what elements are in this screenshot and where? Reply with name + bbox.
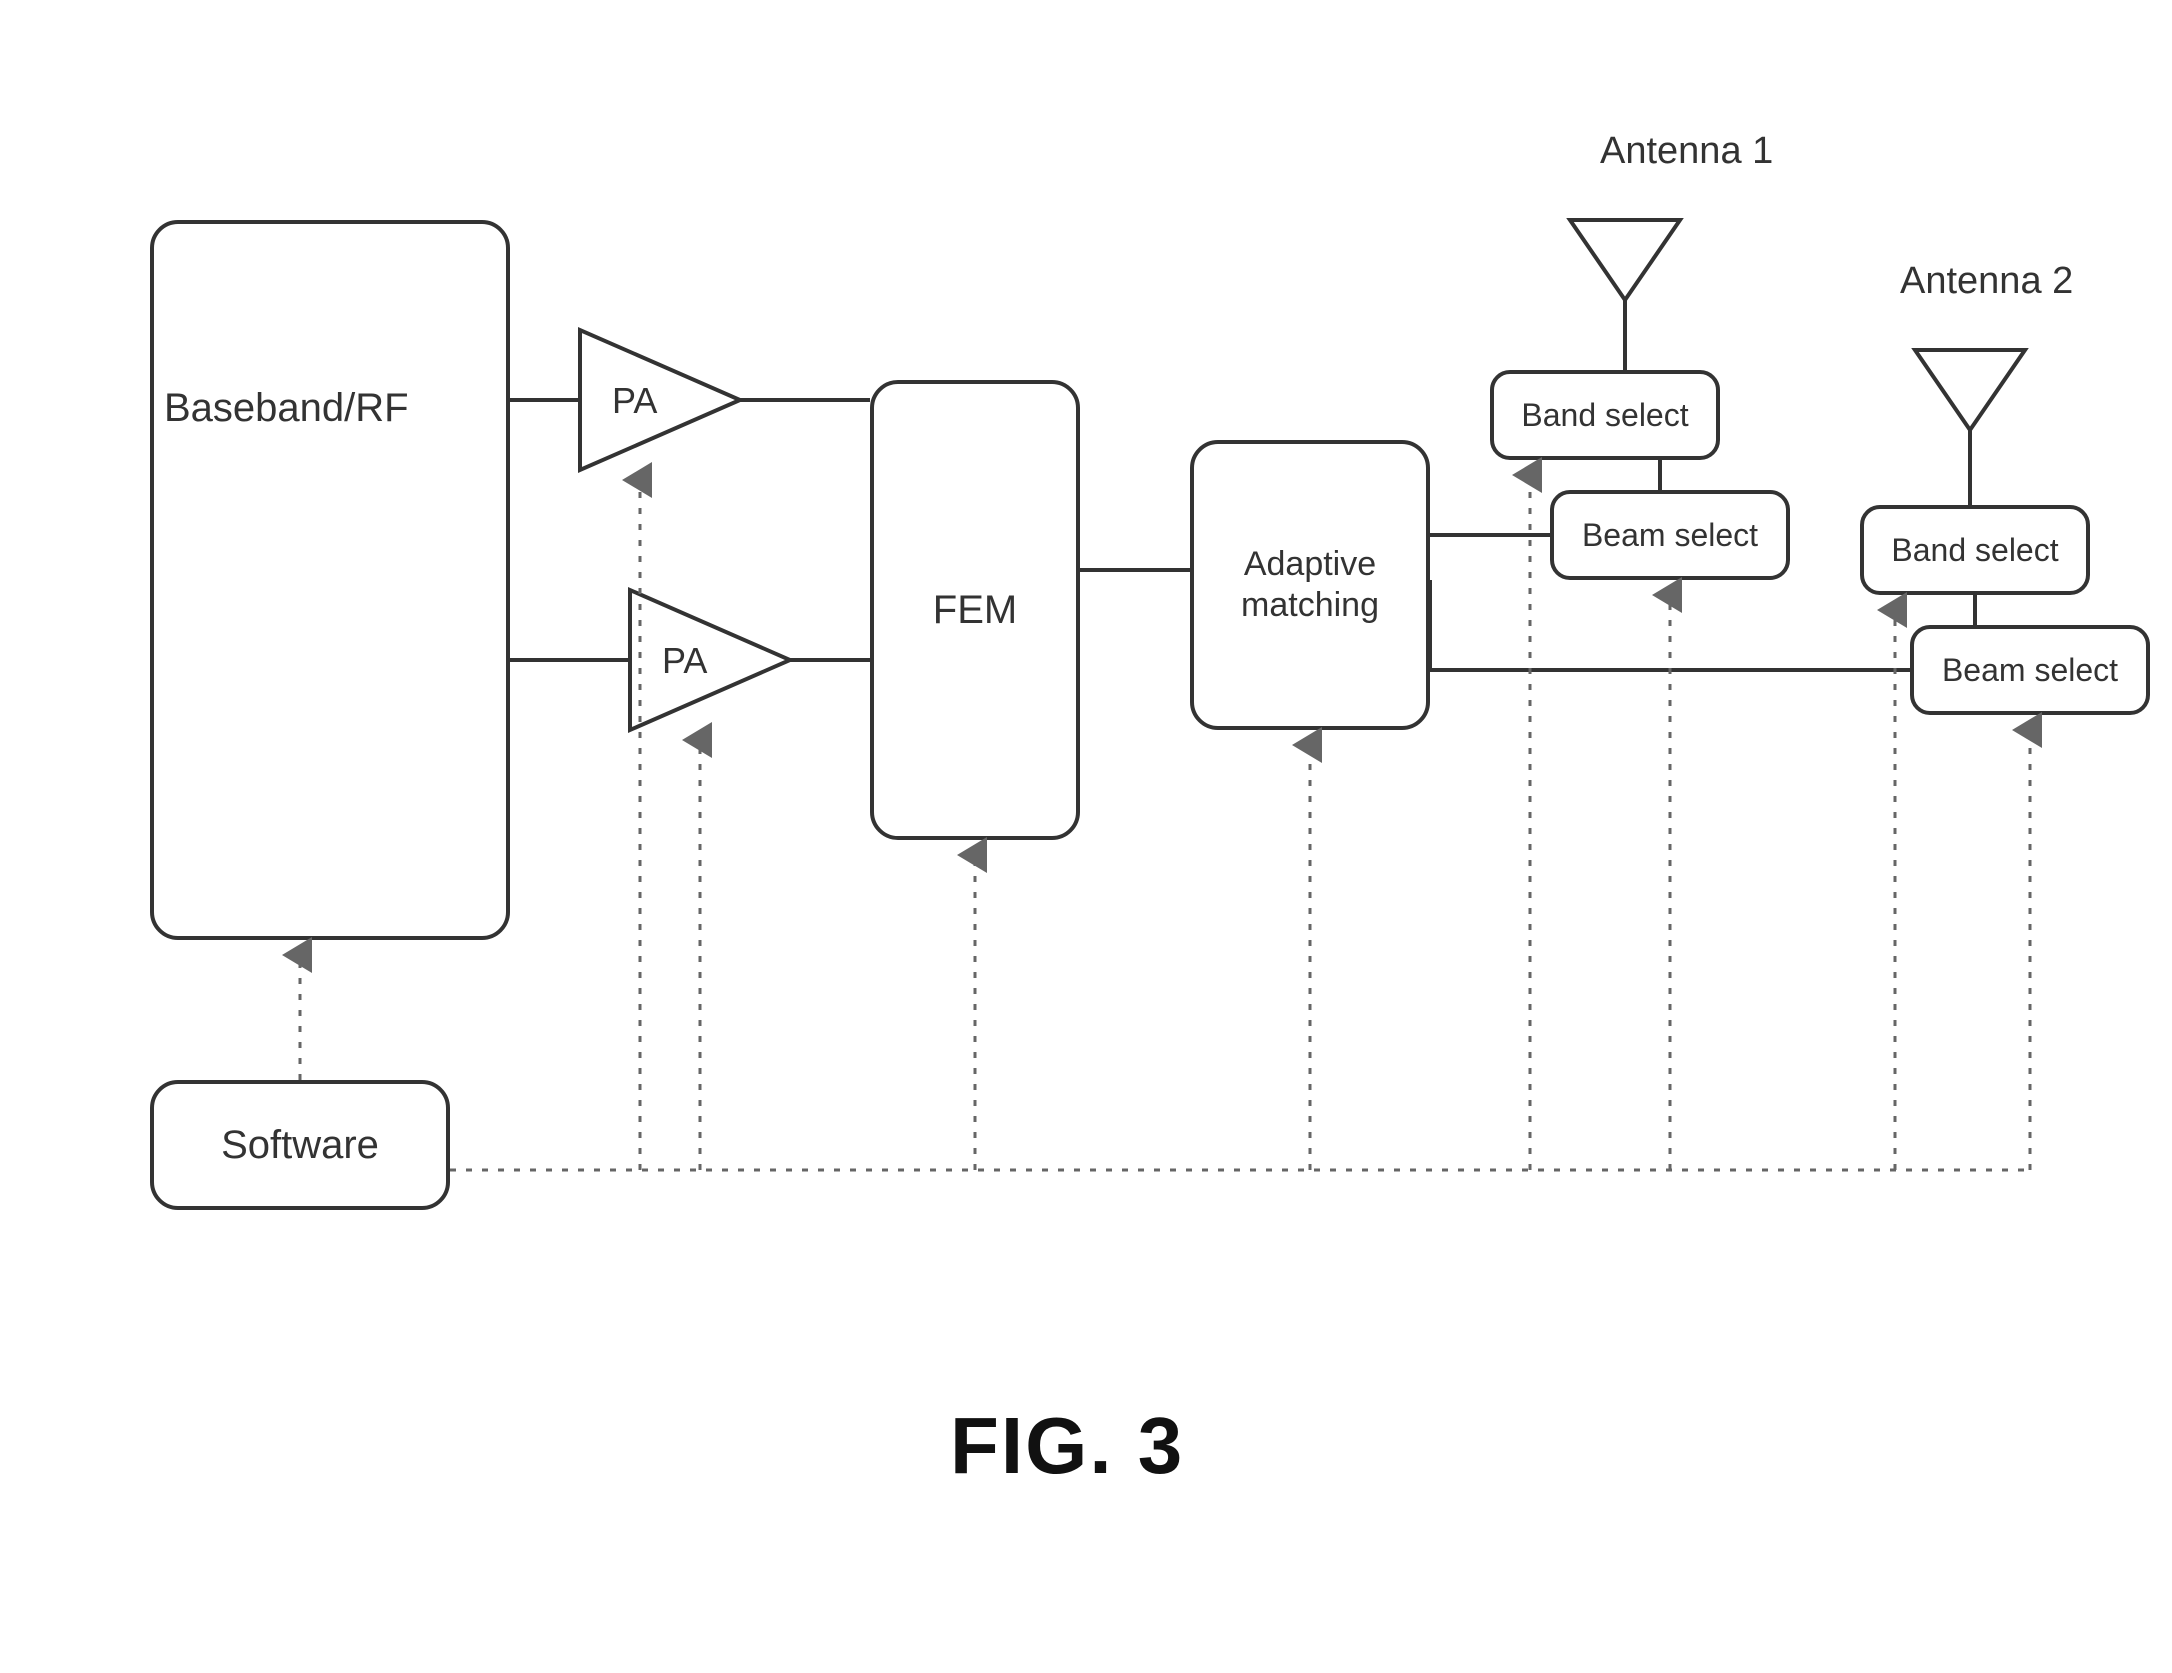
block-adaptive-matching: Adaptive matching: [1190, 440, 1430, 730]
label-adaptive: Adaptive matching: [1194, 544, 1426, 626]
pa-amplifier-1: PA: [580, 330, 740, 470]
label-band-select-2: Band select: [1881, 531, 2068, 569]
block-band-select-1: Band select: [1490, 370, 1720, 460]
block-software: Software: [150, 1080, 450, 1210]
label-band-select-1: Band select: [1511, 396, 1698, 434]
label-software: Software: [211, 1121, 389, 1169]
label-pa1: PA: [612, 380, 657, 421]
antenna-1-icon: [1570, 220, 1680, 370]
label-antenna-2: Antenna 2: [1900, 260, 2073, 303]
block-beam-select-2: Beam select: [1910, 625, 2150, 715]
diagram-stage: Baseband/RF Software FEM Adaptive matchi…: [0, 0, 2172, 1673]
label-beam-select-1: Beam select: [1572, 516, 1768, 554]
label-baseband: Baseband/RF: [154, 384, 419, 432]
antenna-2-icon: [1915, 350, 2025, 505]
block-beam-select-1: Beam select: [1550, 490, 1790, 580]
block-band-select-2: Band select: [1860, 505, 2090, 595]
block-baseband: Baseband/RF: [150, 220, 510, 940]
pa-amplifier-2: PA: [630, 590, 790, 730]
label-fem: FEM: [923, 586, 1027, 634]
label-beam-select-2: Beam select: [1932, 651, 2128, 689]
label-antenna-1: Antenna 1: [1600, 130, 1773, 173]
label-pa2: PA: [662, 640, 707, 681]
block-fem: FEM: [870, 380, 1080, 840]
figure-label: FIG. 3: [950, 1400, 1184, 1492]
